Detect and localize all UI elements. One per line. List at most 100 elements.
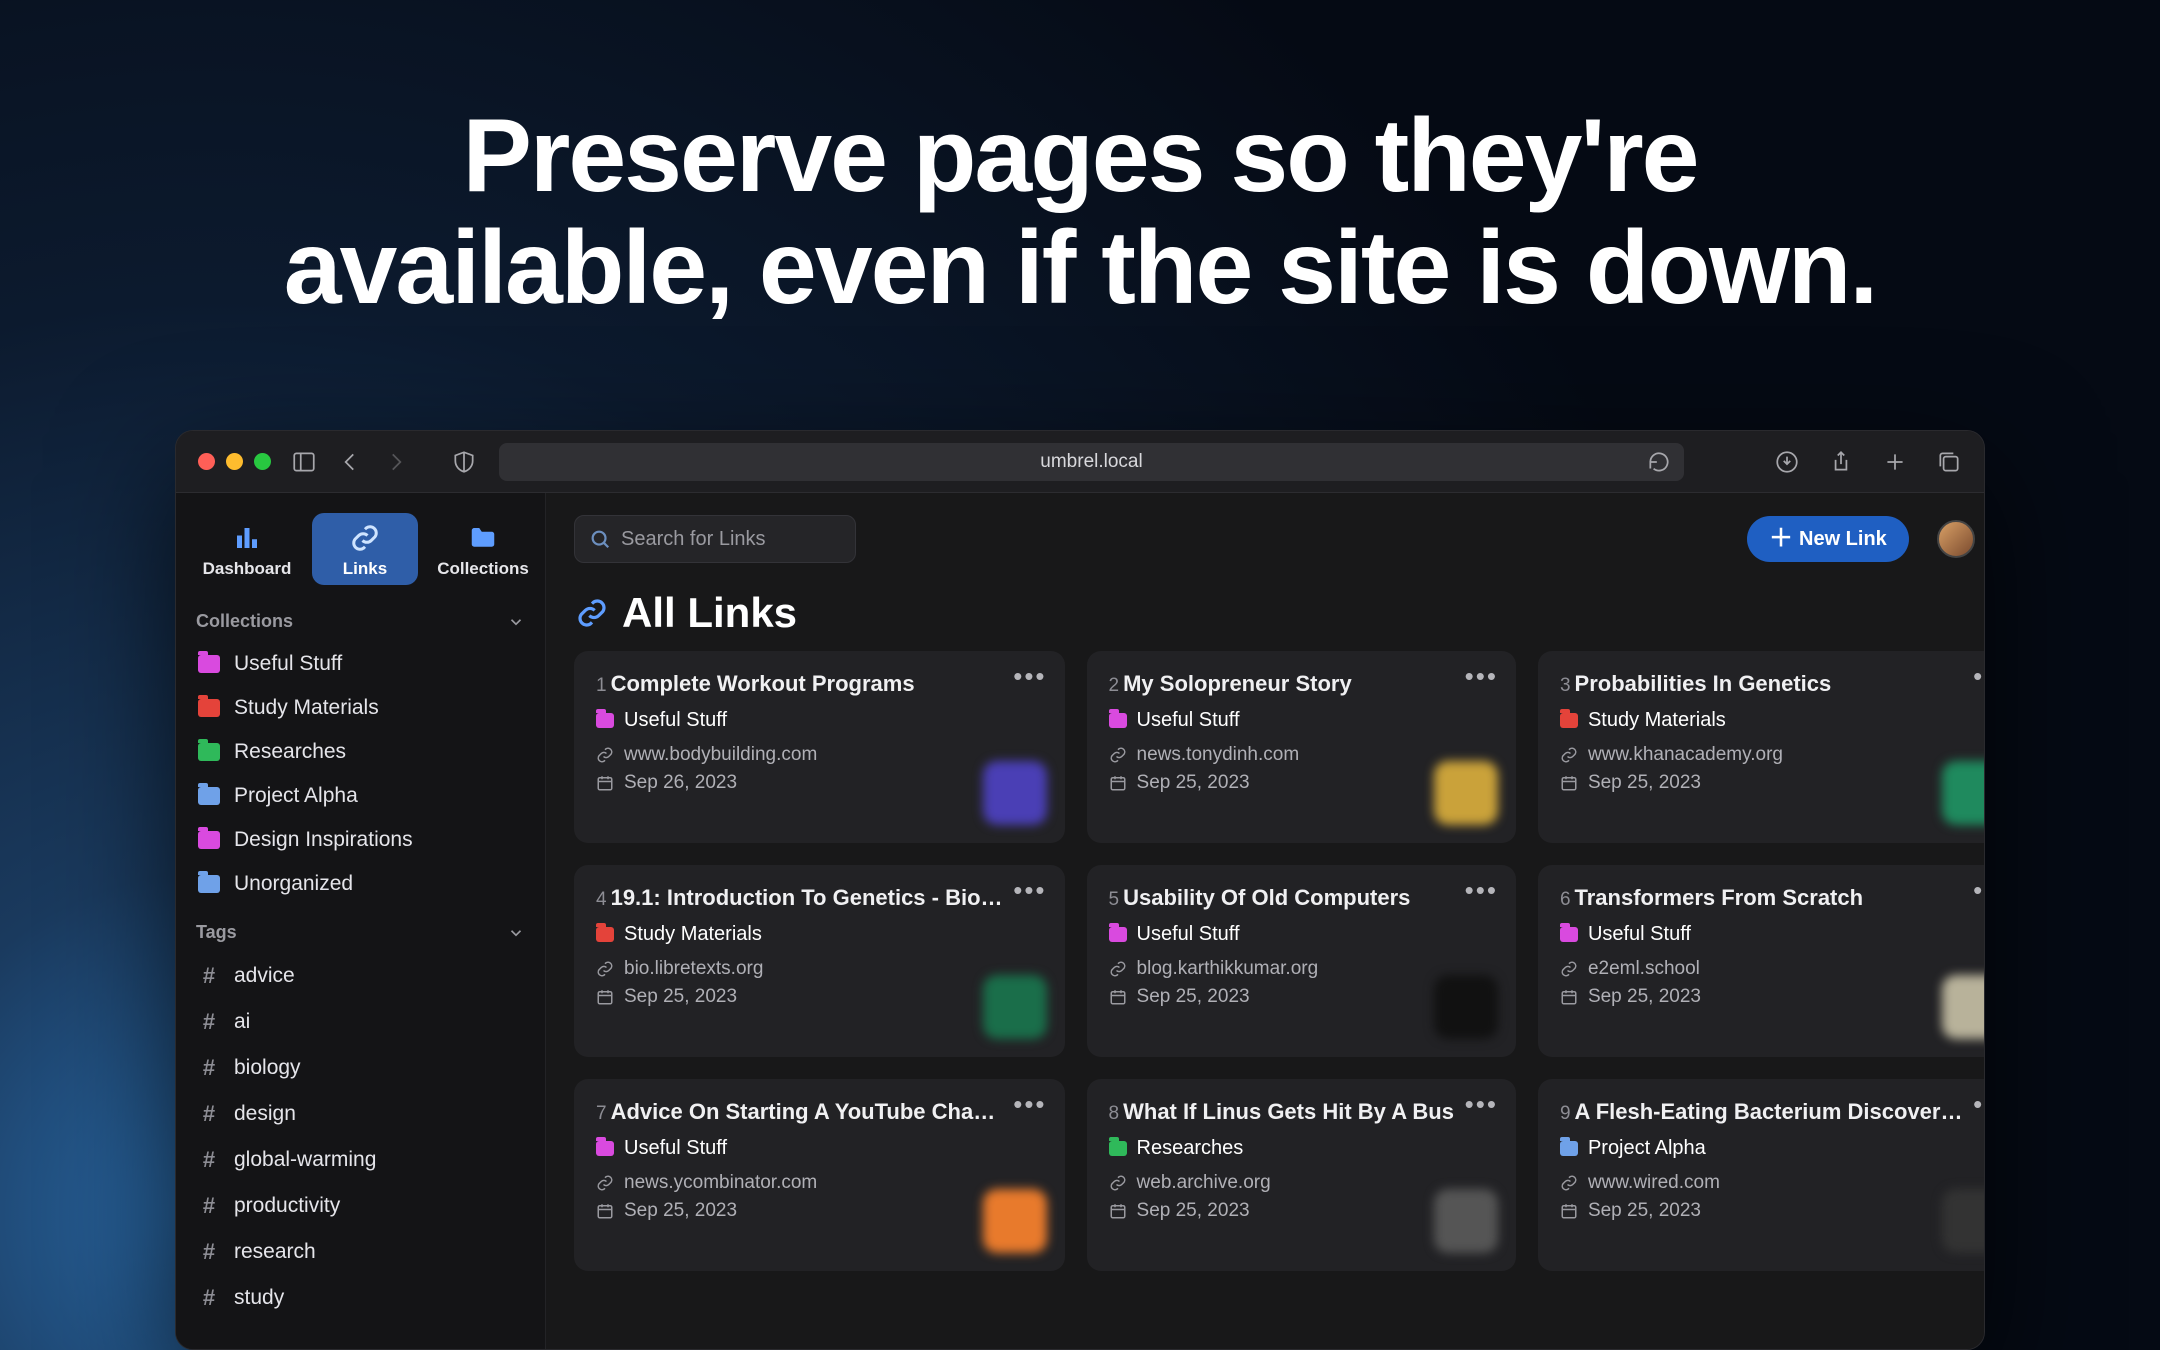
calendar-icon [1560,1202,1578,1220]
folder-icon [198,875,220,893]
tab-collections[interactable]: Collections [430,513,536,585]
link-card[interactable]: 3Probabilities In Genetics Study Materia… [1538,651,1985,843]
tags-header[interactable]: Tags [176,906,545,953]
page-title: All Links [622,589,797,637]
app-root: Dashboard Links Collections Collections … [176,493,1984,1349]
forward-icon[interactable] [383,449,409,475]
sidebar-collection-item[interactable]: Useful Stuff [176,642,545,686]
calendar-icon [1109,774,1127,792]
link-card[interactable]: 6Transformers From Scratch Useful Stuff … [1538,865,1985,1057]
sidebar-collection-item[interactable]: Design Inspirations [176,818,545,862]
sidebar-tag-item[interactable]: # global-warming [176,1137,545,1183]
card-domain: web.archive.org [1109,1172,1494,1194]
tag-label: global-warming [234,1148,376,1172]
link-card[interactable]: 5Usability Of Old Computers Useful Stuff… [1087,865,1516,1057]
link-icon [348,523,382,553]
hash-icon: # [198,1285,220,1311]
card-collection[interactable]: Project Alpha [1560,1137,1985,1160]
folder-icon [1560,1141,1578,1156]
sidebar-tag-item[interactable]: # design [176,1091,545,1137]
calendar-icon [1109,1202,1127,1220]
card-collection[interactable]: Useful Stuff [1109,709,1494,732]
card-collection[interactable]: Useful Stuff [596,1137,1043,1160]
user-menu[interactable]: Ben [1937,520,1985,558]
sidebar-collection-item[interactable]: Study Materials [176,686,545,730]
reload-icon[interactable] [1646,449,1672,475]
card-title: 1Complete Workout Programs [596,671,1043,697]
link-icon [1109,960,1127,978]
card-title: 419.1: Introduction To Genetics - Bio… [596,885,1043,911]
back-icon[interactable] [337,449,363,475]
card-date: Sep 25, 2023 [596,986,1043,1008]
card-title: 9A Flesh-Eating Bacterium Discover… [1560,1099,1985,1125]
sidebar-tag-item[interactable]: # research [176,1229,545,1275]
calendar-icon [1109,988,1127,1006]
card-collection[interactable]: Researches [1109,1137,1494,1160]
tag-label: study [234,1286,284,1310]
link-card[interactable]: 419.1: Introduction To Genetics - Bio… S… [574,865,1065,1057]
address-bar[interactable]: umbrel.local [499,443,1684,481]
collection-label: Unorganized [234,872,353,896]
sidebar-collection-item[interactable]: Researches [176,730,545,774]
links-grid: 1Complete Workout Programs Useful Stuff … [546,651,1985,1299]
share-icon[interactable] [1828,449,1854,475]
card-more-icon[interactable]: ••• [1465,885,1498,895]
collection-label: Project Alpha [234,784,358,808]
link-icon [1560,960,1578,978]
card-more-icon[interactable]: ••• [1465,1099,1498,1109]
card-date: Sep 25, 2023 [1560,1200,1985,1222]
tag-label: advice [234,964,295,988]
hash-icon: # [198,1101,220,1127]
sidebar-tag-item[interactable]: # biology [176,1045,545,1091]
card-collection[interactable]: Useful Stuff [1560,923,1985,946]
link-card[interactable]: 8What If Linus Gets Hit By A Bus Researc… [1087,1079,1516,1271]
link-card[interactable]: 2My Solopreneur Story Useful Stuff news.… [1087,651,1516,843]
sidebar-tag-item[interactable]: # study [176,1275,545,1321]
card-collection[interactable]: Useful Stuff [1109,923,1494,946]
card-more-icon[interactable]: ••• [1973,885,1985,895]
new-tab-icon[interactable] [1882,449,1908,475]
maximize-window-dot[interactable] [254,453,271,470]
card-domain: e2eml.school [1560,958,1985,980]
link-card[interactable]: 9A Flesh-Eating Bacterium Discover… Proj… [1538,1079,1985,1271]
card-more-icon[interactable]: ••• [1013,885,1046,895]
close-window-dot[interactable] [198,453,215,470]
card-more-icon[interactable]: ••• [1465,671,1498,681]
card-more-icon[interactable]: ••• [1973,1099,1985,1109]
collections-header[interactable]: Collections [176,595,545,642]
new-link-button[interactable]: ＋ New Link [1747,516,1909,562]
search-icon [589,528,611,550]
card-collection[interactable]: Study Materials [596,923,1043,946]
card-more-icon[interactable]: ••• [1013,1099,1046,1109]
link-icon [1560,746,1578,764]
card-thumbnail [983,761,1047,825]
link-icon [1109,746,1127,764]
folder-icon [596,713,614,728]
minimize-window-dot[interactable] [226,453,243,470]
tabs-icon[interactable] [1936,449,1962,475]
card-collection[interactable]: Useful Stuff [596,709,1043,732]
tab-dashboard[interactable]: Dashboard [194,513,300,585]
link-card[interactable]: 1Complete Workout Programs Useful Stuff … [574,651,1065,843]
link-icon [596,746,614,764]
sidebar-icon[interactable] [291,449,317,475]
downloads-icon[interactable] [1774,449,1800,475]
card-thumbnail [1434,1189,1498,1253]
tab-links[interactable]: Links [312,513,418,585]
sidebar-collection-item[interactable]: Project Alpha [176,774,545,818]
sidebar-tag-item[interactable]: # productivity [176,1183,545,1229]
search-input[interactable]: Search for Links [574,515,856,563]
card-collection[interactable]: Study Materials [1560,709,1985,732]
link-card[interactable]: 7Advice On Starting A YouTube Cha… Usefu… [574,1079,1065,1271]
browser-chrome: umbrel.local [176,431,1984,493]
sidebar-collection-item[interactable]: Unorganized [176,862,545,906]
hash-icon: # [198,963,220,989]
card-more-icon[interactable]: ••• [1973,671,1985,681]
folder-icon [596,1141,614,1156]
calendar-icon [596,1202,614,1220]
card-domain: news.tonydinh.com [1109,744,1494,766]
hero-headline: Preserve pages so they're available, eve… [0,0,2160,325]
sidebar-tag-item[interactable]: # advice [176,953,545,999]
card-more-icon[interactable]: ••• [1013,671,1046,681]
sidebar-tag-item[interactable]: # ai [176,999,545,1045]
